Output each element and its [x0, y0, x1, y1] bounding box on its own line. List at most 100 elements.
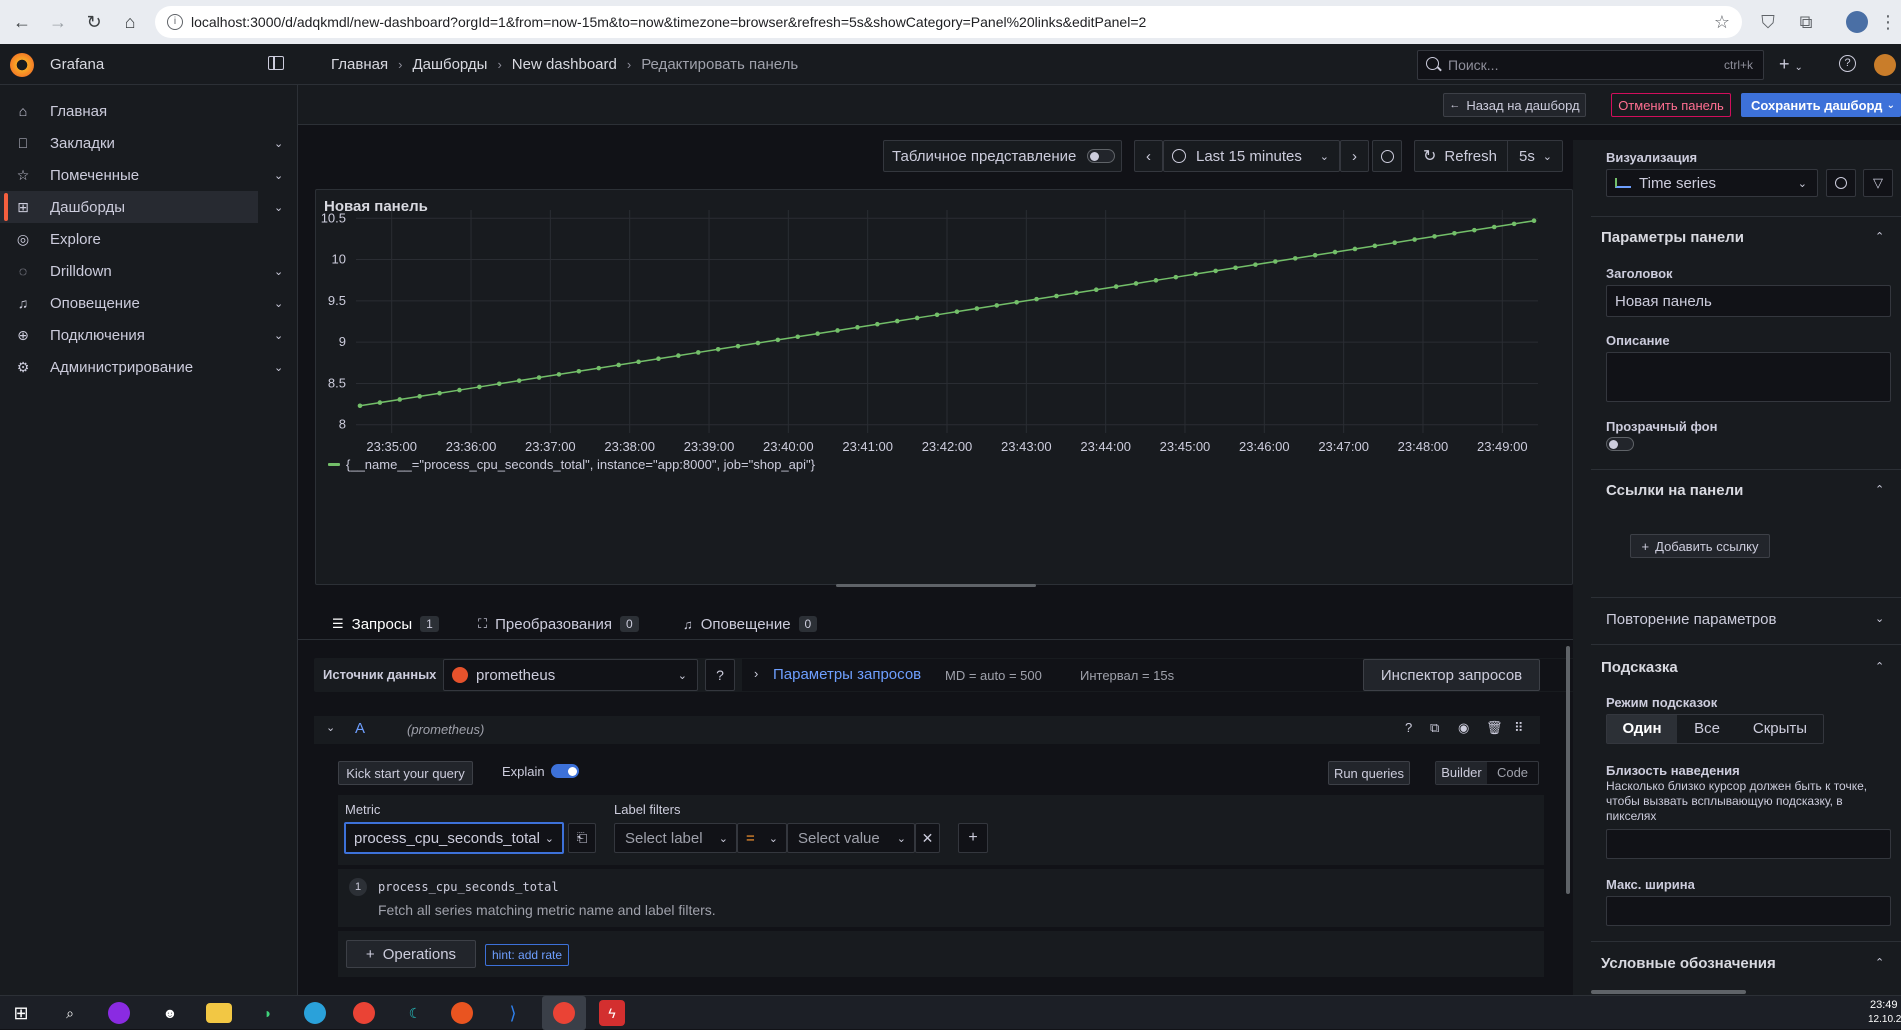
sidebar-item-drilldown[interactable]: ◌ Drilldown ⌄ [0, 255, 283, 287]
data-point[interactable] [974, 306, 980, 311]
data-point[interactable] [1273, 259, 1278, 264]
data-point[interactable] [1034, 296, 1039, 302]
legend-section-title[interactable]: Условные обозначения [1601, 955, 1776, 972]
sidebar-item-bookmarks[interactable]: ⎕ Закладки ⌄ [0, 127, 283, 159]
chevron-down-icon[interactable]: ⌄ [274, 329, 283, 342]
data-point[interactable] [795, 334, 801, 340]
transparent-bg-toggle[interactable] [1606, 437, 1634, 451]
discard-panel-button[interactable]: Отменить панель [1611, 93, 1731, 117]
zoom-out-button[interactable] [1372, 140, 1402, 172]
sidebar-item-alerting[interactable]: ♫ Оповещение ⌄ [0, 287, 283, 319]
datasource-picker[interactable]: prometheus ⌄ [443, 659, 698, 691]
breadcrumb-home[interactable]: Главная [331, 56, 388, 73]
chevron-up-icon[interactable]: ⌃ [1875, 483, 1884, 496]
home-icon[interactable]: ⌂ [112, 4, 148, 40]
data-point[interactable] [894, 318, 900, 324]
breadcrumb-dashboards[interactable]: Дашборды [412, 56, 487, 73]
chevron-up-icon[interactable]: ⌃ [1875, 956, 1884, 969]
app-icon-purple[interactable] [108, 1002, 130, 1024]
refresh-label[interactable]: Refresh [1444, 148, 1497, 165]
data-point[interactable] [417, 394, 422, 399]
chevron-down-icon[interactable]: ⌄ [274, 265, 283, 278]
table-view-toggle[interactable]: Табличное представление [883, 140, 1122, 172]
data-point[interactable] [477, 384, 482, 390]
sidebar-item-connections[interactable]: ⊕ Подключения ⌄ [0, 319, 283, 351]
data-point[interactable] [596, 365, 602, 371]
time-range-picker[interactable]: Last 15 minutes ⌄ [1163, 140, 1340, 172]
site-info-icon[interactable]: i [167, 14, 183, 30]
extension-shield-icon[interactable]: ⛉ [1756, 10, 1780, 34]
datasource-help-button[interactable]: ? [705, 659, 735, 691]
tab-queries[interactable]: ☰ Запросы 1 [320, 610, 451, 644]
data-point[interactable] [775, 337, 781, 343]
data-point[interactable] [755, 340, 761, 346]
explain-toggle[interactable] [551, 764, 579, 778]
metric-select[interactable]: process_cpu_seconds_total ⌄ [344, 822, 564, 854]
sidebar-item-starred[interactable]: ☆ Помеченные ⌄ [0, 159, 284, 191]
data-point[interactable] [1054, 293, 1059, 299]
data-point[interactable] [536, 375, 542, 380]
code-mode-button[interactable]: Code [1487, 762, 1538, 784]
description-textarea[interactable] [1606, 352, 1891, 402]
tab-alerting[interactable]: ♫ Оповещение 0 [683, 610, 818, 638]
data-point[interactable] [1253, 262, 1258, 267]
tooltip-mode-all[interactable]: Все [1677, 715, 1737, 743]
extensions-puzzle-icon[interactable]: ⧉ [1794, 10, 1818, 34]
tooltip-section-title[interactable]: Подсказка [1601, 659, 1678, 676]
data-point[interactable] [457, 387, 462, 393]
search-icon[interactable]: ⌕ [57, 1000, 83, 1026]
max-width-input[interactable] [1606, 896, 1891, 926]
user-avatar[interactable] [1874, 54, 1896, 76]
data-point[interactable] [1292, 256, 1298, 261]
label-operator-select[interactable]: = ⌄ [737, 823, 787, 853]
label-name-select[interactable]: Select label ⌄ [614, 823, 737, 853]
builder-mode-button[interactable]: Builder [1436, 762, 1487, 784]
reload-icon[interactable]: ↻ [76, 4, 112, 40]
data-point[interactable] [1113, 284, 1119, 289]
panel-resize-scrollbar[interactable] [836, 584, 1036, 587]
repeat-options-section-title[interactable]: Повторение параметров [1606, 611, 1777, 628]
drag-handle-icon[interactable]: ⠿ [1514, 720, 1524, 736]
bookmark-star-icon[interactable]: ☆ [1710, 10, 1734, 34]
hint-add-rate-button[interactable]: hint: add rate [485, 944, 570, 966]
options-filter-button[interactable]: ▽ [1863, 169, 1893, 197]
chevron-up-icon[interactable]: ⌃ [1875, 660, 1884, 673]
new-plus-button[interactable]: + ⌄ [1779, 54, 1803, 75]
refresh-picker[interactable]: ↻ Refresh 5s ⌄ [1414, 140, 1563, 172]
data-point[interactable] [1173, 274, 1179, 280]
data-point[interactable] [1213, 268, 1218, 274]
data-point[interactable] [1153, 278, 1159, 283]
telegram-icon[interactable] [304, 1002, 326, 1024]
app-icon-game[interactable]: ☻ [157, 1000, 183, 1026]
data-point[interactable] [735, 343, 741, 349]
legend-series-label[interactable]: {__name__="process_cpu_seconds_total", i… [346, 457, 816, 472]
search-input[interactable]: Поиск... ctrl+k [1417, 50, 1764, 80]
data-point[interactable] [715, 347, 721, 352]
data-point[interactable] [1531, 218, 1537, 224]
data-point[interactable] [835, 328, 840, 333]
data-point[interactable] [1233, 265, 1238, 271]
query-ref-id[interactable]: A [355, 720, 365, 737]
chrome-icon[interactable] [353, 1002, 375, 1024]
data-point[interactable] [656, 356, 661, 362]
ubuntu-icon[interactable] [451, 1002, 473, 1024]
data-point[interactable] [914, 315, 920, 321]
label-value-select[interactable]: Select value ⌄ [787, 823, 915, 853]
breadcrumb-dashboard[interactable]: New dashboard [512, 56, 617, 73]
grafana-logo-icon[interactable] [10, 53, 34, 77]
data-point[interactable] [1452, 230, 1457, 236]
dock-menu-icon[interactable] [268, 56, 284, 70]
time-back-button[interactable]: ‹ [1134, 140, 1163, 172]
trash-icon[interactable]: 🗑 [1486, 720, 1503, 736]
metrics-explorer-book-icon[interactable]: ⎗ [568, 823, 596, 853]
data-point[interactable] [576, 368, 582, 374]
tab-transformations[interactable]: ⛶ Преобразования 0 [478, 610, 639, 638]
remove-filter-button[interactable]: ✕ [915, 823, 940, 853]
run-queries-button[interactable]: Run queries [1328, 761, 1410, 785]
data-point[interactable] [954, 309, 960, 314]
data-point[interactable] [1472, 227, 1477, 233]
data-point[interactable] [437, 390, 442, 396]
add-filter-button[interactable]: + [958, 823, 988, 853]
data-point[interactable] [815, 331, 820, 336]
data-point[interactable] [1392, 240, 1398, 245]
